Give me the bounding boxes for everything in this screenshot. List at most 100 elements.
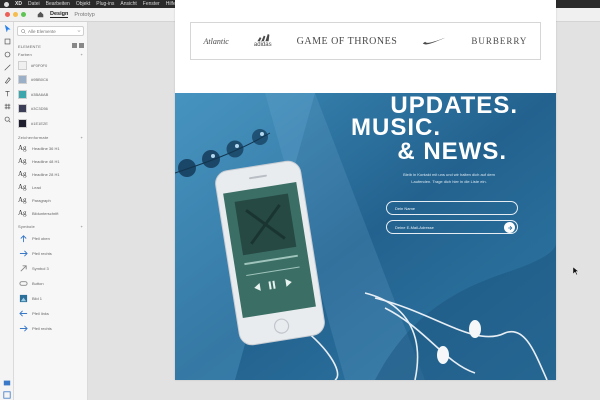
submit-button[interactable] [504,222,515,233]
line-tool[interactable] [0,61,14,74]
color-chip[interactable] [18,104,27,114]
assets-search-placeholder: Alle Elemente [28,28,56,34]
artboard-tool[interactable] [0,100,14,113]
char-styles-header[interactable]: Zeichenformate + [14,134,87,142]
colors-header[interactable]: Farben + [14,50,87,58]
component-row[interactable]: Button [14,276,87,291]
char-style-row[interactable]: Ag Headline 36 H1 [14,142,87,155]
component-row[interactable]: Bild 1 [14,291,87,306]
component-row[interactable]: Pfeil links [14,306,87,321]
adidas-stripes-icon [257,34,270,42]
char-style-row[interactable]: Ag Lead [14,181,87,194]
color-swatch-row[interactable]: #1E1E2E [14,116,87,131]
magnifier-icon [4,116,11,123]
color-swatch-label: #F0F0F0 [31,62,48,68]
layers-icon[interactable] [3,386,11,399]
plus-icon[interactable]: + [80,224,83,229]
char-style-glyph: Ag [18,157,27,165]
color-chip[interactable] [18,60,27,70]
color-list: #F0F0F0 #9BB0C6 #3BA6AB #3C3D56 #1E1E2E [14,58,87,131]
menu-bearbeiten[interactable]: Bearbeiten [46,1,70,7]
zoom-window-button[interactable] [21,12,26,17]
text-tool[interactable] [0,87,14,100]
home-icon[interactable] [36,11,44,19]
artboard-icon [4,103,10,110]
email-input[interactable]: Deine E-Mail-Adresse [386,220,518,234]
apple-icon[interactable] [4,1,9,7]
tab-prototype[interactable]: Prototyp [74,12,94,18]
arrow-icon [18,263,28,273]
view-toggle[interactable] [72,43,84,48]
menu-plugins[interactable]: Plug-ins [96,1,114,7]
components-header-label: Symbole [18,224,35,229]
close-window-button[interactable] [5,12,10,17]
menu-app[interactable]: XD [15,1,22,7]
pen-icon [4,77,11,84]
color-swatch-label: #9BB0C6 [31,77,49,83]
list-view-icon[interactable] [72,43,77,48]
nike-swoosh-icon [423,37,446,45]
color-chip[interactable] [18,89,27,99]
select-tool[interactable] [0,22,14,35]
pen-tool[interactable] [0,74,14,87]
chevron-down-icon [77,30,81,33]
ellipse-tool[interactable] [0,48,14,61]
arrow-right-icon [18,248,28,258]
logo-burberry: BURBERRY [471,36,528,46]
char-style-glyph: Ag [18,183,27,191]
char-style-row[interactable]: Ag Headline 48 H1 [14,155,87,168]
pointer-icon [4,25,11,32]
name-input[interactable]: Dein Name [386,201,518,215]
component-label: Bild 1 [32,295,43,301]
artboard[interactable]: Atlantic adidas GAME OF THRONES BURBERRY [175,0,556,380]
component-row[interactable]: Pfeil oben [14,231,87,246]
rectangle-icon [4,38,10,45]
char-style-label: Bildunterschrift [32,210,59,216]
components-header[interactable]: Symbole + [14,223,87,231]
component-label: Button [32,280,44,286]
logo-atlantic: Atlantic [203,36,229,46]
color-swatch-row[interactable]: #3BA6AB [14,87,87,102]
char-style-row[interactable]: Ag Paragraph [14,194,87,207]
elements-header: ELEMENTE [18,43,42,49]
plus-icon[interactable]: + [80,135,83,140]
color-swatch-row[interactable]: #3C3D56 [14,102,87,117]
color-swatch-row[interactable]: #F0F0F0 [14,58,87,73]
mouse-cursor-icon [573,267,579,275]
tab-design[interactable]: Design [50,11,69,18]
logo-got: GAME OF THRONES [296,35,398,47]
subtext-line-2: Laufenden. Trage dich hier in die Liste … [411,179,487,184]
color-swatch-row[interactable]: #9BB0C6 [14,73,87,88]
logo-adidas: adidas [254,34,272,48]
subtext-line-1: Bleib in Kontakt mit uns und wir halten … [403,172,495,177]
minimize-window-button[interactable] [13,12,18,17]
char-style-row[interactable]: Ag Bildunterschrift [14,207,87,220]
color-chip[interactable] [18,118,27,128]
hero-section: UPDATES. MUSIC. & NEWS. Bleib in Kontakt… [175,93,556,380]
design-canvas[interactable]: Atlantic adidas GAME OF THRONES BURBERRY [88,0,600,400]
component-row[interactable]: Pfeil rechts [14,321,87,336]
char-style-label: Headline 28 H1 [32,171,60,177]
char-style-row[interactable]: Ag Headline 28 H1 [14,168,87,181]
assets-search-field[interactable]: Alle Elemente [17,26,84,36]
ellipse-icon [4,51,10,58]
zoom-tool[interactable] [0,113,14,126]
plus-icon[interactable]: + [80,52,83,57]
menu-objekt[interactable]: Objekt [76,1,90,7]
component-label: Pfeil links [32,310,49,316]
menu-fenster[interactable]: Fenster [143,1,160,7]
logo-section: Atlantic adidas GAME OF THRONES BURBERRY [175,0,556,93]
char-style-glyph: Ag [18,209,27,217]
assets-icon[interactable] [3,374,11,386]
rectangle-tool[interactable] [0,35,14,48]
arrow-up-icon [18,233,28,243]
color-chip[interactable] [18,75,27,85]
char-style-label: Lead [32,184,41,190]
component-row[interactable]: Symbol 3 [14,261,87,276]
grid-view-icon[interactable] [79,43,84,48]
component-row[interactable]: Pfeil rechts [14,246,87,261]
char-style-label: Headline 48 H1 [32,158,60,164]
logo-adidas-label: adidas [253,42,272,48]
menu-datei[interactable]: Datei [28,1,40,7]
menu-ansicht[interactable]: Ansicht [120,1,136,7]
